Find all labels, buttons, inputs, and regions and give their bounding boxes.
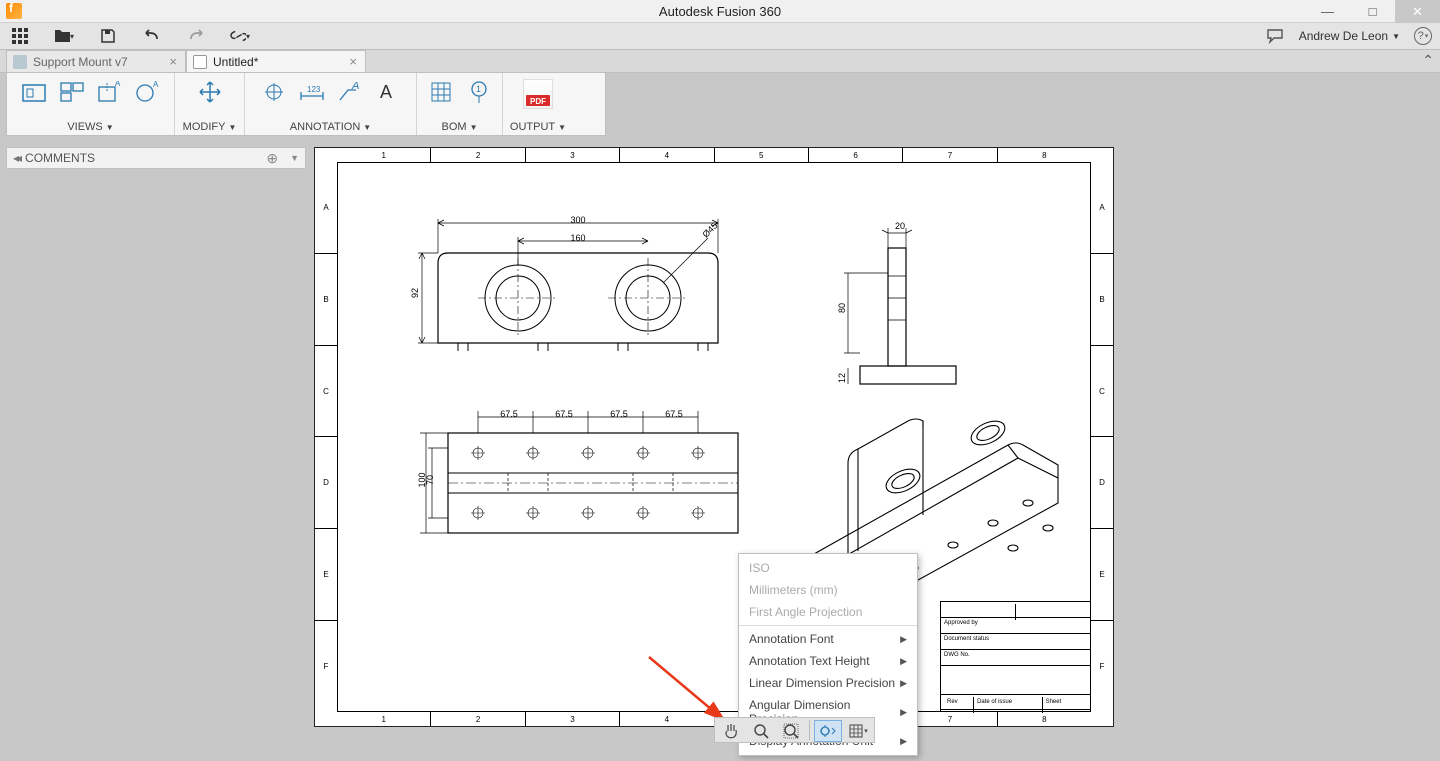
menu-item-linear-precision[interactable]: Linear Dimension Precision▶ <box>739 672 917 694</box>
save-button[interactable] <box>98 26 118 46</box>
svg-text:A: A <box>380 82 392 102</box>
comment-icon[interactable] <box>1265 26 1285 46</box>
data-panel-button[interactable] <box>10 26 30 46</box>
dim-675c: 67.5 <box>604 409 634 419</box>
ribbon-label-bom[interactable]: BOM▼ <box>442 121 478 133</box>
tab-label: Untitled* <box>213 55 258 69</box>
comments-panel[interactable]: ◂◂ COMMENTS ⊕ ▼ <box>6 147 306 169</box>
dim-675b: 67.5 <box>549 409 579 419</box>
svg-text:A: A <box>115 81 121 88</box>
center-mark-icon[interactable] <box>260 79 288 105</box>
redo-button[interactable] <box>186 26 206 46</box>
drawing-canvas[interactable]: 12345678 12345678 ABCDEF ABCDEF <box>314 147 1434 745</box>
titlebar: Autodesk Fusion 360 — □ ✕ <box>0 0 1440 23</box>
add-comment-icon[interactable]: ⊕ <box>266 150 278 167</box>
user-name: Andrew De Leon <box>1299 29 1388 43</box>
document-tabs: Support Mount v7 × Untitled* × ⌃ <box>0 50 1440 73</box>
base-view-icon[interactable] <box>20 79 48 105</box>
svg-text:123: 123 <box>307 85 321 94</box>
ribbon-label-views[interactable]: VIEWS▼ <box>67 121 113 133</box>
close-button[interactable]: ✕ <box>1395 0 1440 23</box>
menu-item-annotation-font[interactable]: Annotation Font▶ <box>739 628 917 650</box>
comments-label: COMMENTS <box>25 151 95 165</box>
doc-status-label: Document status <box>941 634 1090 650</box>
zoom-button[interactable] <box>747 720 775 742</box>
top-view <box>408 403 768 563</box>
ribbon-group-views: A A VIEWS▼ <box>7 73 175 135</box>
app-title: Autodesk Fusion 360 <box>659 4 781 19</box>
dim-70: 70 <box>425 470 435 490</box>
dim-92: 92 <box>410 283 420 303</box>
tab-untitled[interactable]: Untitled* × <box>186 50 366 72</box>
minimize-button[interactable]: — <box>1305 0 1350 23</box>
svg-text:A: A <box>153 81 159 89</box>
dim-675a: 67.5 <box>494 409 524 419</box>
ribbon: A A VIEWS▼ MODIFY▼ 123 A A ANNOTATION▼ 1… <box>6 73 606 136</box>
projected-view-icon[interactable] <box>58 79 86 105</box>
tab-close-icon[interactable]: × <box>347 54 359 69</box>
ribbon-group-bom: 1 BOM▼ <box>417 73 503 135</box>
dim-20: 20 <box>890 221 910 231</box>
link-button[interactable]: ▾ <box>230 26 250 46</box>
maximize-button[interactable]: □ <box>1350 0 1395 23</box>
move-icon[interactable] <box>196 79 224 105</box>
sheet-settings-button[interactable] <box>814 720 842 742</box>
pan-button[interactable] <box>717 720 745 742</box>
section-view-icon[interactable]: A <box>96 79 124 105</box>
app-icon <box>6 3 22 19</box>
quick-access-toolbar: ▾ ▾ Andrew De Leon▼ ?▾ <box>0 23 1440 50</box>
dim-80: 80 <box>837 298 847 318</box>
ribbon-label-annotation[interactable]: ANNOTATION▼ <box>290 121 371 133</box>
menu-item-standard: ISO <box>739 557 917 579</box>
expand-ribbon-button[interactable]: ⌃ <box>1422 52 1434 69</box>
svg-text:1: 1 <box>476 84 481 94</box>
pdf-export-icon[interactable]: PDF <box>523 79 553 109</box>
ruler-top: 12345678 <box>337 148 1091 162</box>
navigation-bar: ▾ <box>714 717 875 743</box>
menu-item-units: Millimeters (mm) <box>739 579 917 601</box>
ribbon-label-modify[interactable]: MODIFY▼ <box>183 121 237 133</box>
tab-close-icon[interactable]: × <box>167 54 179 69</box>
ribbon-group-output: PDF OUTPUT▼ <box>503 73 573 135</box>
table-icon[interactable] <box>427 79 455 105</box>
undo-button[interactable] <box>142 26 162 46</box>
svg-text:A: A <box>351 82 359 92</box>
file-menu-button[interactable]: ▾ <box>54 26 74 46</box>
ribbon-group-modify: MODIFY▼ <box>175 73 245 135</box>
drawing-sheet: 12345678 12345678 ABCDEF ABCDEF <box>314 147 1114 727</box>
dwg-no-label: DWG No. <box>941 650 1090 666</box>
date-label: Date of issue <box>974 697 1043 713</box>
tab-support-mount[interactable]: Support Mount v7 × <box>6 50 186 72</box>
sheet-border: 300 160 92 Ø45 20 80 12 <box>337 162 1091 712</box>
dim-675d: 67.5 <box>659 409 689 419</box>
zoom-window-button[interactable] <box>777 720 805 742</box>
leader-text-icon[interactable]: A <box>336 79 364 105</box>
menu-item-annotation-height[interactable]: Annotation Text Height▶ <box>739 650 917 672</box>
text-icon[interactable]: A <box>374 79 402 105</box>
dimension-icon[interactable]: 123 <box>298 79 326 105</box>
menu-item-projection: First Angle Projection <box>739 601 917 623</box>
grid-settings-button[interactable]: ▾ <box>844 720 872 742</box>
collapse-icon[interactable]: ◂◂ <box>13 151 19 165</box>
sheet-label: Sheet <box>1043 697 1087 713</box>
drawing-icon <box>193 55 207 69</box>
balloon-icon[interactable]: 1 <box>465 79 493 105</box>
title-block: Approved by Document status DWG No. Rev … <box>940 601 1090 711</box>
rev-label: Rev <box>944 697 974 713</box>
dim-300: 300 <box>563 215 593 225</box>
approved-by-label: Approved by <box>941 618 1090 634</box>
ribbon-label-output[interactable]: OUTPUT▼ <box>510 121 566 133</box>
dropdown-icon[interactable]: ▼ <box>290 153 299 163</box>
model-icon <box>13 55 27 69</box>
tab-label: Support Mount v7 <box>33 55 128 69</box>
dim-160: 160 <box>563 233 593 243</box>
help-button[interactable]: ?▾ <box>1414 27 1432 45</box>
ribbon-group-annotation: 123 A A ANNOTATION▼ <box>245 73 417 135</box>
detail-view-icon[interactable]: A <box>134 79 162 105</box>
user-menu[interactable]: Andrew De Leon▼ <box>1299 29 1400 43</box>
ruler-left: ABCDEF <box>315 162 337 712</box>
